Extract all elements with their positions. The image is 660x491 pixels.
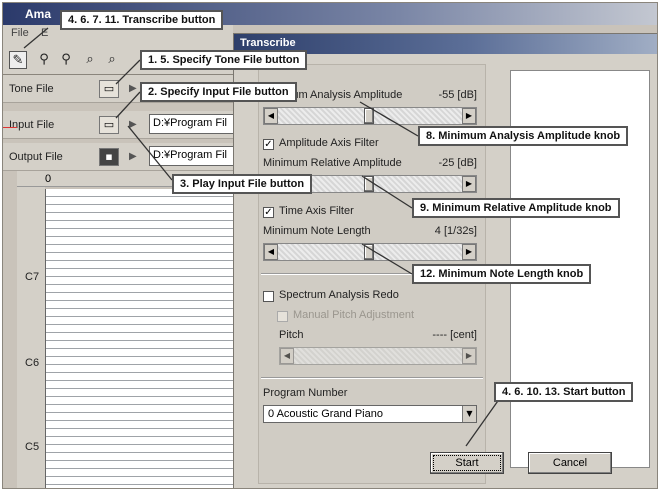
min-relative-amplitude-value: -25 [dB] <box>438 157 477 169</box>
main-title: Ama <box>25 7 52 21</box>
cancel-button[interactable]: Cancel <box>528 452 612 474</box>
zoom-in-icon[interactable]: ⌕ <box>81 51 99 69</box>
pitch-label: Pitch <box>279 329 304 341</box>
min-analysis-amplitude-knob[interactable] <box>364 108 374 124</box>
piano-roll[interactable] <box>45 189 233 488</box>
play-input-callout: 3. Play Input File button <box>172 174 313 194</box>
start-button-callout: 4. 6. 10. 13. Start button <box>494 382 634 402</box>
slider-right-arrow-icon[interactable]: ▶ <box>462 244 476 260</box>
octave-column: C7 C6 C5 <box>17 187 45 488</box>
min-analysis-amplitude-value: -55 [dB] <box>438 89 477 101</box>
amplitude-axis-filter-label: Amplitude Axis Filter <box>279 137 379 149</box>
input-path-field[interactable]: D:¥Program Fil <box>149 114 239 134</box>
manual-pitch-checkbox <box>277 311 288 322</box>
slider-right-arrow-icon[interactable]: ▶ <box>462 176 476 192</box>
spectrum-redo-checkbox[interactable] <box>263 291 274 302</box>
min-note-length-knob[interactable] <box>364 244 374 260</box>
tone-file-callout: 1. 5. Specify Tone File button <box>140 50 308 70</box>
manual-pitch-label: Manual Pitch Adjustment <box>293 309 415 321</box>
output-file-label: Output File <box>9 151 63 163</box>
slider-left-arrow-icon: ◀ <box>280 348 294 364</box>
menu-edit[interactable]: E <box>41 27 48 39</box>
program-number-select[interactable]: 0 Acoustic Grand Piano ▼ <box>263 405 477 423</box>
save-disk-icon[interactable]: ▪ <box>99 148 119 166</box>
amplitude-axis-filter-checkbox[interactable]: ✓ <box>263 139 274 150</box>
pitch-value: ---- [cent] <box>432 329 477 341</box>
program-number-label: Program Number <box>263 387 348 399</box>
transcribe-dialog: Transcribe Minimum Analysis Amplitude -5… <box>233 33 657 488</box>
min-analysis-amplitude-slider[interactable]: ◀ ▶ <box>263 107 477 125</box>
min-relative-amplitude-label: Minimum Relative Amplitude <box>263 157 402 169</box>
octave-c6: C6 <box>25 357 40 369</box>
min-note-length-slider[interactable]: ◀ ▶ <box>263 243 477 261</box>
min-relative-amplitude-callout: 9. Minimum Relative Amplitude knob <box>412 198 620 218</box>
tone-file-label: Tone File <box>9 83 54 95</box>
min-analysis-amplitude-callout: 8. Minimum Analysis Amplitude knob <box>418 126 629 146</box>
slider-right-arrow-icon: ▶ <box>462 348 476 364</box>
person-small-icon[interactable]: ⚲ <box>57 51 75 69</box>
slider-right-arrow-icon[interactable]: ▶ <box>462 108 476 124</box>
input-folder-icon[interactable]: ▭ <box>99 116 119 134</box>
transcribe-callout: 4. 6. 7. 11. Transcribe button <box>60 10 224 30</box>
chevron-down-icon[interactable]: ▼ <box>462 406 476 422</box>
input-file-label: Input File <box>9 119 55 131</box>
person-icon[interactable]: ⚲ <box>35 51 53 69</box>
ruler-zero: 0 <box>45 173 52 185</box>
slider-left-arrow-icon[interactable]: ◀ <box>264 108 278 124</box>
program-number-value: 0 Acoustic Grand Piano <box>268 408 383 420</box>
output-path-field[interactable]: D:¥Program Fil <box>149 146 239 166</box>
octave-c5: C5 <box>25 441 40 453</box>
output-play-icon[interactable]: ▶ <box>129 148 141 166</box>
min-note-length-value: 4 [1/32s] <box>434 225 477 237</box>
min-note-length-callout: 12. Minimum Note Length knob <box>412 264 592 284</box>
zoom-out-icon[interactable]: ⌕ <box>103 51 121 69</box>
min-note-length-label: Minimum Note Length <box>263 225 371 237</box>
transcribe-icon[interactable]: ✎ <box>9 51 27 69</box>
screenshot-frame: Ama File E ✎ ⚲ ⚲ ⌕ ⌕ Tone File ▭ ▶ Input… <box>2 2 658 489</box>
min-relative-amplitude-knob[interactable] <box>364 176 374 192</box>
time-axis-filter-label: Time Axis Filter <box>279 205 354 217</box>
output-file-row: Output File ▪ ▶ D:¥Program Fil <box>3 143 239 171</box>
spectrum-redo-label: Spectrum Analysis Redo <box>279 289 399 301</box>
divider <box>261 377 483 379</box>
input-file-callout: 2. Specify Input File button <box>140 82 297 102</box>
menu-file[interactable]: File <box>11 27 29 39</box>
input-file-row: Input File ▭ ▶ D:¥Program Fil <box>3 111 239 139</box>
start-button[interactable]: Start <box>430 452 504 474</box>
pitch-slider: ◀ ▶ <box>279 347 477 365</box>
red-marker-line <box>3 127 17 128</box>
octave-c7: C7 <box>25 271 40 283</box>
input-play-icon[interactable]: ▶ <box>129 116 141 134</box>
slider-left-arrow-icon[interactable]: ◀ <box>264 244 278 260</box>
time-axis-filter-checkbox[interactable]: ✓ <box>263 207 274 218</box>
tone-folder-icon[interactable]: ▭ <box>99 80 119 98</box>
